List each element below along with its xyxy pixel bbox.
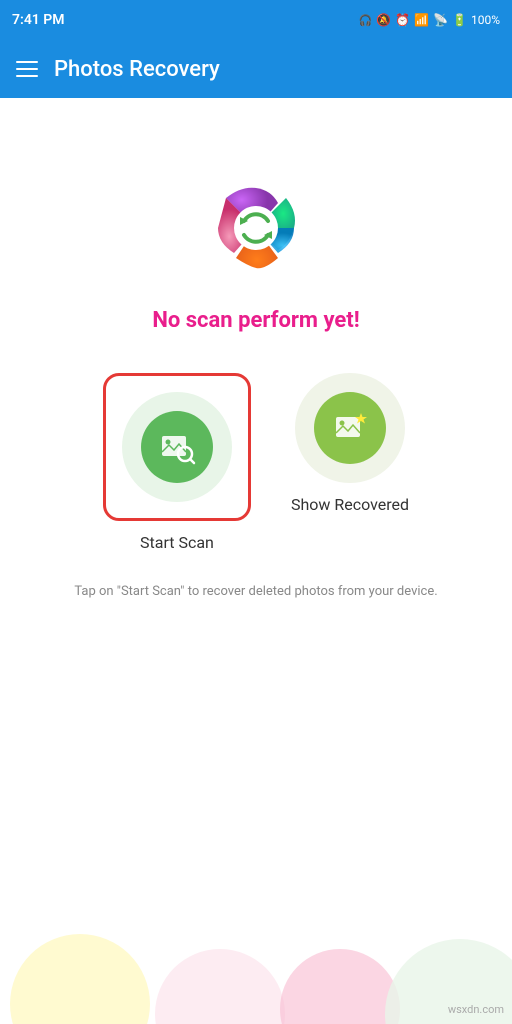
start-scan-inner-circle — [141, 411, 213, 483]
toolbar-title: Photos Recovery — [54, 57, 220, 82]
headphone-icon: 🎧 — [359, 14, 373, 27]
status-time: 7:41 PM — [12, 12, 65, 28]
show-recovered-button[interactable] — [295, 373, 405, 483]
mute-icon: 🔕 — [376, 13, 391, 27]
no-scan-text: No scan perform yet! — [152, 308, 359, 333]
battery-icon: 🔋 — [452, 13, 467, 27]
wifi-icon: 📡 — [433, 13, 448, 27]
app-logo — [206, 178, 306, 278]
alarm-icon: ⏰ — [395, 13, 410, 27]
watermark: wsxdn.com — [448, 1003, 504, 1016]
start-scan-item: Start Scan — [103, 373, 251, 552]
main-content: No scan perform yet! — [0, 98, 512, 1024]
show-recovered-label: Show Recovered — [291, 495, 409, 514]
start-scan-button[interactable] — [122, 392, 232, 502]
status-bar: 7:41 PM 🎧 🔕 ⏰ 📶 📡 🔋 100% — [0, 0, 512, 40]
signal-icon: 📶 — [414, 13, 429, 27]
hint-text: Tap on "Start Scan" to recover deleted p… — [44, 582, 467, 602]
hamburger-line-2 — [16, 68, 38, 70]
status-icons: 🎧 🔕 ⏰ 📶 📡 🔋 100% — [359, 13, 501, 27]
battery-percent: 100% — [471, 13, 500, 27]
action-row: Start Scan Show Recovered — [0, 373, 512, 552]
show-recovered-inner-circle — [314, 392, 386, 464]
hamburger-menu[interactable] — [16, 61, 38, 77]
start-scan-label: Start Scan — [140, 533, 214, 552]
toolbar: Photos Recovery — [0, 40, 512, 98]
decorative-bottom — [0, 864, 512, 1024]
start-scan-icon — [158, 428, 196, 466]
hamburger-line-1 — [16, 61, 38, 63]
hamburger-line-3 — [16, 75, 38, 77]
show-recovered-item: Show Recovered — [291, 373, 409, 514]
start-scan-highlight-border — [103, 373, 251, 521]
show-recovered-icon — [331, 409, 369, 447]
